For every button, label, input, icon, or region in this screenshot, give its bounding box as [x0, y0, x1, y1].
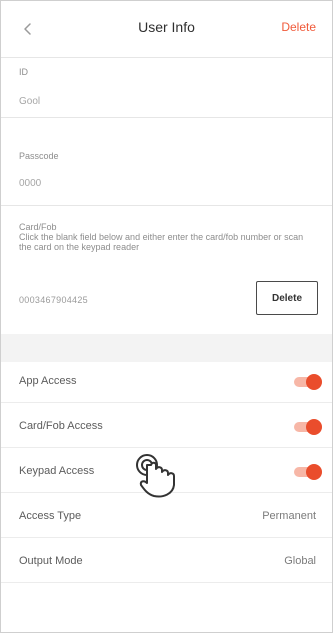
- section-separator: [1, 334, 332, 362]
- divider: [1, 537, 332, 538]
- toggle-knob: [306, 419, 322, 435]
- header: User Info Delete: [1, 1, 332, 58]
- divider: [1, 117, 332, 118]
- delete-user-link[interactable]: Delete: [281, 20, 316, 34]
- divider: [1, 492, 332, 493]
- divider: [1, 582, 332, 583]
- keypad-access-label: Keypad Access: [19, 465, 95, 477]
- app-access-toggle[interactable]: [294, 374, 322, 390]
- app-access-row: App Access: [1, 362, 332, 402]
- access-type-value: Permanent: [262, 510, 316, 522]
- user-info-screen: User Info Delete ID Gool Passcode 0000 C…: [0, 0, 333, 633]
- divider: [1, 447, 332, 448]
- keypad-access-toggle[interactable]: [294, 464, 322, 480]
- access-type-row[interactable]: Access Type Permanent: [1, 497, 332, 537]
- output-mode-row[interactable]: Output Mode Global: [1, 542, 332, 582]
- passcode-label: Passcode: [19, 151, 59, 161]
- id-field[interactable]: Gool: [19, 96, 40, 107]
- card-fob-access-toggle[interactable]: [294, 419, 322, 435]
- card-fob-access-label: Card/Fob Access: [19, 420, 103, 432]
- passcode-field[interactable]: 0000: [19, 178, 41, 189]
- keypad-access-row: Keypad Access: [1, 452, 332, 492]
- toggle-knob: [306, 374, 322, 390]
- delete-card-button[interactable]: Delete: [256, 281, 318, 315]
- divider: [1, 402, 332, 403]
- app-access-label: App Access: [19, 375, 77, 387]
- output-mode-value: Global: [284, 555, 316, 567]
- access-type-label: Access Type: [19, 510, 82, 522]
- card-fob-access-row: Card/Fob Access: [1, 407, 332, 447]
- toggle-knob: [306, 464, 322, 480]
- id-label: ID: [19, 67, 28, 77]
- divider: [1, 205, 332, 206]
- card-fob-field[interactable]: 0003467904425: [19, 295, 88, 305]
- card-fob-help-text: Click the blank field below and either e…: [19, 232, 304, 252]
- output-mode-label: Output Mode: [19, 555, 83, 567]
- card-fob-label: Card/Fob: [19, 222, 57, 232]
